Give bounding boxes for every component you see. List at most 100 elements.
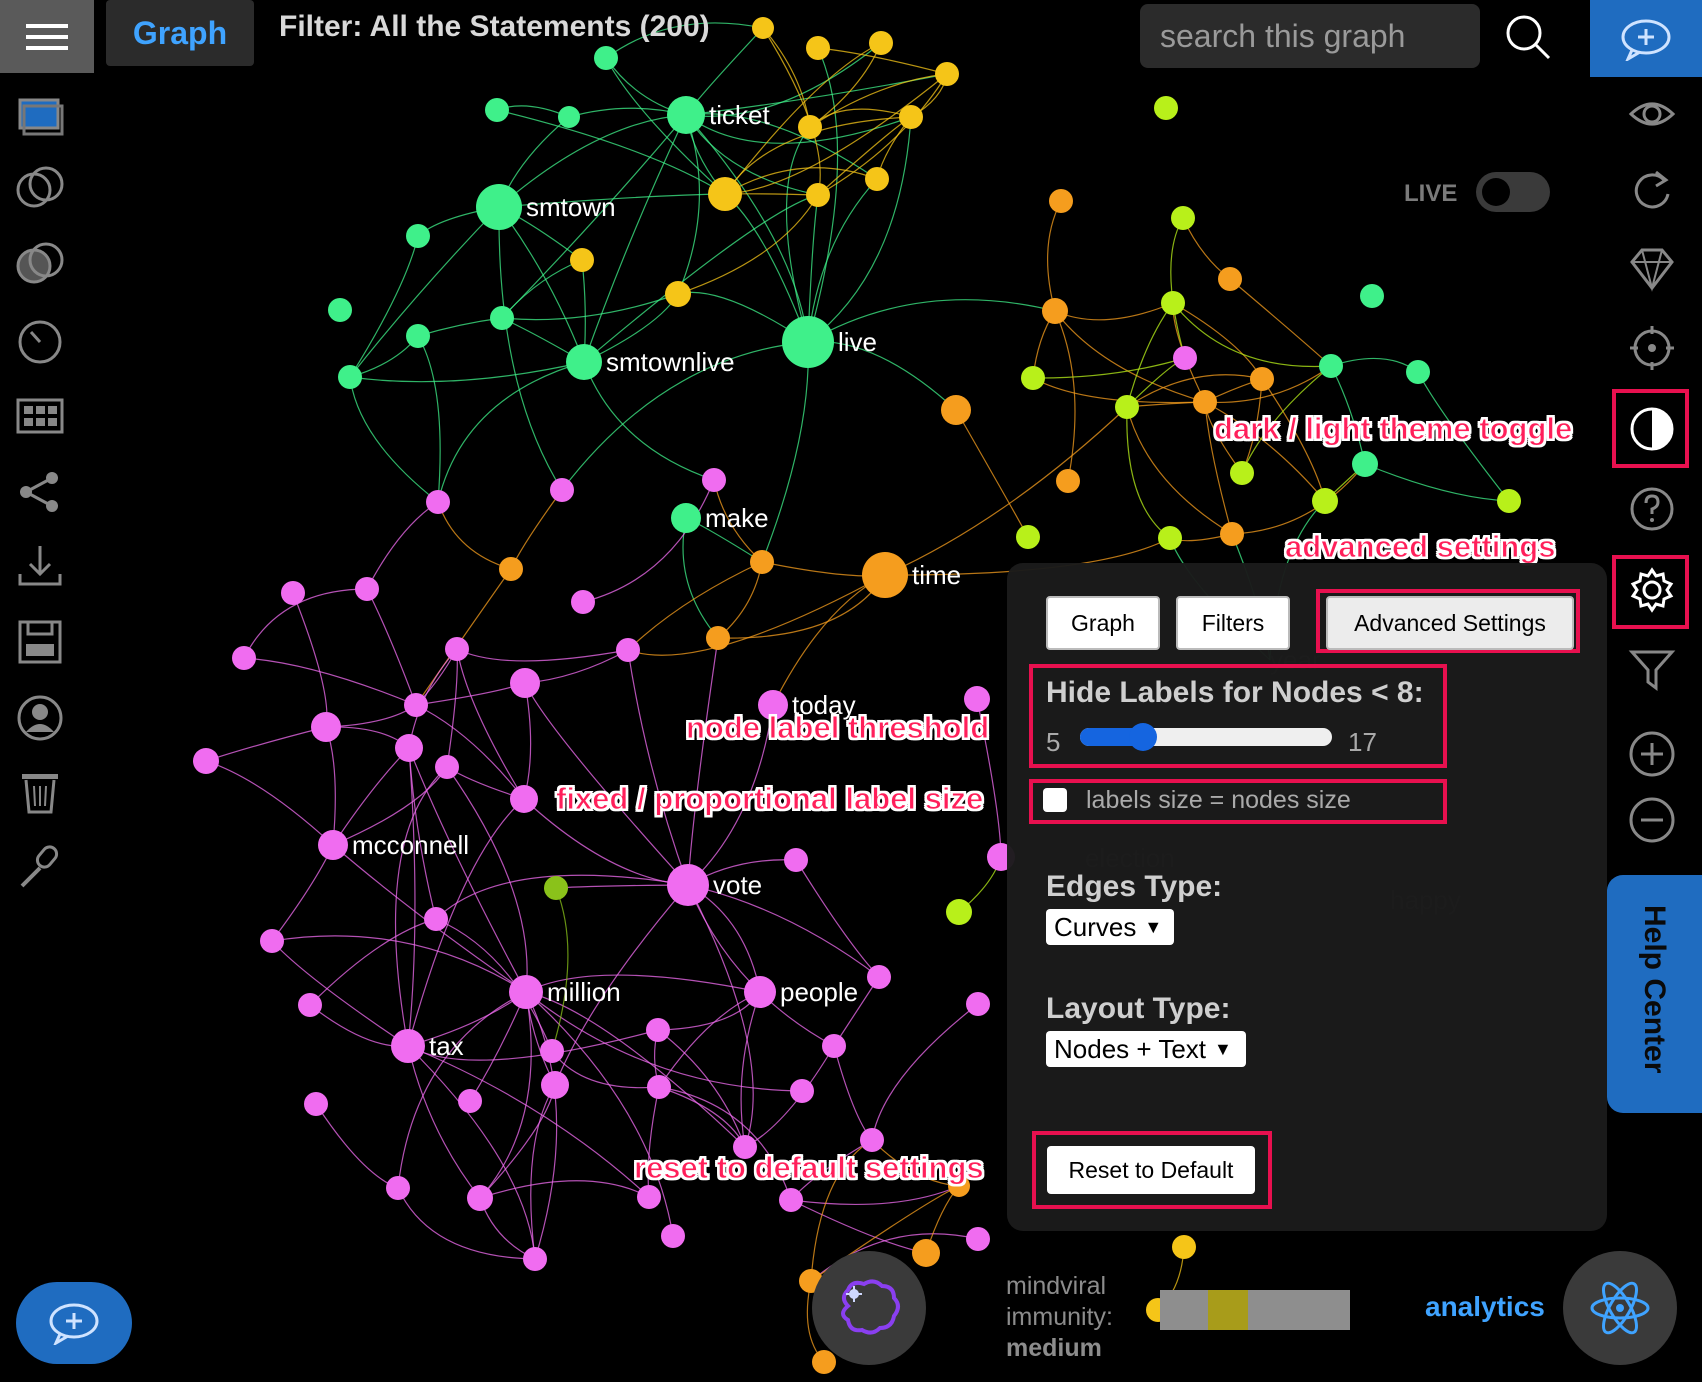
help-center-tab[interactable]: Help Center [1607, 875, 1702, 1113]
graph-node[interactable] [671, 503, 701, 533]
graph-node[interactable] [616, 638, 640, 662]
graph-node[interactable] [1158, 526, 1182, 550]
graph-node[interactable] [964, 686, 990, 712]
crosshair-icon[interactable] [1628, 324, 1676, 372]
search-icon[interactable] [1503, 12, 1553, 62]
refresh-icon[interactable] [1628, 166, 1676, 214]
diamond-icon[interactable] [1628, 244, 1676, 292]
graph-node[interactable] [752, 17, 774, 39]
graph-node[interactable] [1406, 360, 1430, 384]
grid-icon[interactable] [14, 390, 66, 442]
graph-node[interactable] [1115, 395, 1139, 419]
analytics-link[interactable]: analytics [1425, 1291, 1545, 1323]
overlap-circles-filled-icon[interactable] [14, 238, 66, 290]
graph-node[interactable] [499, 557, 523, 581]
graph-node[interactable] [1497, 489, 1521, 513]
timer-icon[interactable] [14, 314, 66, 366]
tab-advanced-settings[interactable]: Advanced Settings [1326, 596, 1574, 650]
graph-node[interactable] [558, 106, 580, 128]
graph-node[interactable] [667, 864, 709, 906]
graph-node[interactable] [458, 1089, 482, 1113]
graph-node[interactable] [1250, 367, 1274, 391]
graph-node[interactable] [812, 1350, 836, 1374]
graph-node-label[interactable]: people [780, 977, 858, 1007]
graph-node[interactable] [1230, 461, 1254, 485]
graph-node[interactable] [395, 734, 423, 762]
graph-node[interactable] [298, 993, 322, 1017]
user-icon[interactable] [14, 692, 66, 744]
graph-node[interactable] [1056, 469, 1080, 493]
graph-node[interactable] [594, 46, 618, 70]
graph-node-label[interactable]: smtownlive [606, 347, 735, 377]
live-toggle[interactable] [1476, 172, 1550, 212]
graph-node[interactable] [966, 1227, 990, 1251]
graph-node[interactable] [1220, 522, 1244, 546]
overlap-circles-icon[interactable] [14, 162, 66, 214]
analytics-button[interactable] [1563, 1251, 1677, 1365]
graph-node[interactable] [193, 748, 219, 774]
graph-node[interactable] [476, 184, 522, 230]
trash-icon[interactable] [14, 766, 66, 818]
graph-node[interactable] [1042, 298, 1068, 324]
graph-node[interactable] [782, 316, 834, 368]
graph-node[interactable] [798, 115, 822, 139]
graph-node[interactable] [790, 1079, 814, 1103]
graph-node[interactable] [744, 976, 776, 1008]
graph-node[interactable] [867, 965, 891, 989]
graph-node[interactable] [490, 306, 514, 330]
graph-node[interactable] [445, 637, 469, 661]
chat-button[interactable] [16, 1282, 132, 1364]
graph-node[interactable] [566, 344, 602, 380]
graph-node[interactable] [806, 183, 830, 207]
graph-node[interactable] [1154, 96, 1178, 120]
graph-node[interactable] [570, 248, 594, 272]
graph-node[interactable] [946, 899, 972, 925]
graph-node[interactable] [550, 478, 574, 502]
graph-node[interactable] [750, 550, 774, 574]
graph-node[interactable] [637, 1185, 661, 1209]
graph-node-label[interactable]: mcconnell [352, 830, 469, 860]
graph-node[interactable] [541, 1071, 569, 1099]
download-icon[interactable] [14, 540, 66, 592]
graph-node[interactable] [966, 992, 990, 1016]
contrast-icon[interactable] [1628, 405, 1676, 453]
graph-node[interactable] [404, 693, 428, 717]
graph-node[interactable] [862, 552, 908, 598]
window-icon[interactable] [14, 90, 66, 142]
graph-node[interactable] [1172, 1235, 1196, 1259]
graph-node[interactable] [1173, 346, 1197, 370]
graph-node[interactable] [661, 1224, 685, 1248]
graph-node[interactable] [232, 646, 256, 670]
graph-node[interactable] [647, 1075, 671, 1099]
graph-node-label[interactable]: tax [429, 1031, 464, 1061]
graph-node[interactable] [510, 785, 538, 813]
graph-node-label[interactable]: vote [713, 870, 762, 900]
graph-node[interactable] [485, 98, 509, 122]
tab-graph[interactable]: Graph [1046, 596, 1160, 650]
graph-node[interactable] [1049, 189, 1073, 213]
graph-node[interactable] [424, 907, 448, 931]
graph-node[interactable] [386, 1176, 410, 1200]
graph-node[interactable] [311, 712, 341, 742]
graph-node[interactable] [509, 975, 543, 1009]
graph-node-label[interactable]: ticket [709, 100, 770, 130]
graph-node[interactable] [544, 876, 568, 900]
ai-assistant-button[interactable] [812, 1251, 926, 1365]
graph-node[interactable] [540, 1039, 564, 1063]
graph-node[interactable] [304, 1092, 328, 1116]
save-icon[interactable] [14, 616, 66, 668]
hamburger-menu-button[interactable] [0, 0, 94, 73]
microphone-icon[interactable] [14, 842, 66, 894]
graph-node[interactable] [784, 848, 808, 872]
graph-node[interactable] [1171, 206, 1195, 230]
graph-node[interactable] [523, 1247, 547, 1271]
graph-node[interactable] [355, 577, 379, 601]
graph-node[interactable] [328, 298, 352, 322]
label-threshold-slider-track[interactable] [1080, 728, 1332, 746]
graph-node[interactable] [708, 177, 742, 211]
graph-node[interactable] [318, 830, 348, 860]
graph-node[interactable] [1360, 284, 1384, 308]
zoom-in-icon[interactable] [1628, 730, 1676, 778]
graph-node[interactable] [467, 1185, 493, 1211]
tab-filters[interactable]: Filters [1176, 596, 1290, 650]
